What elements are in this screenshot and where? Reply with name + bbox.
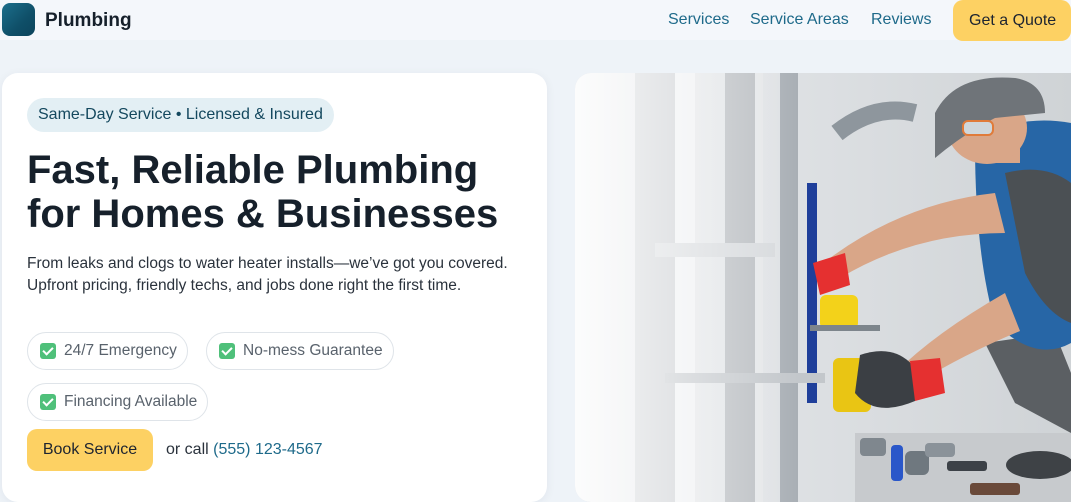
feature-chip-emergency: 24/7 Emergency: [27, 332, 188, 370]
phone-link[interactable]: (555) 123-4567: [213, 441, 322, 458]
feature-chip-financing: Financing Available: [27, 383, 209, 421]
site-header: Plumbing Services Service Areas Reviews …: [0, 0, 1071, 41]
headline-line-1: Fast, Reliable Plumbing: [27, 148, 479, 192]
plumber-illustration: [575, 73, 1071, 502]
call-prefix: or call: [166, 441, 209, 458]
get-a-quote-button[interactable]: Get a Quote: [953, 0, 1071, 41]
feature-label: 24/7 Emergency: [64, 342, 177, 359]
feature-label: No-mess Guarantee: [243, 342, 383, 359]
logo-icon[interactable]: [2, 3, 35, 36]
check-icon: [40, 343, 56, 359]
feature-chip-guarantee: No-mess Guarantee: [206, 332, 394, 370]
brand-name[interactable]: Plumbing: [45, 10, 132, 32]
hero-card: Same-Day Service • Licensed & Insured Fa…: [2, 73, 547, 502]
nav-link-services[interactable]: Services: [668, 11, 729, 29]
check-icon: [219, 343, 235, 359]
service-badge: Same-Day Service • Licensed & Insured: [27, 98, 334, 132]
nav-link-reviews[interactable]: Reviews: [871, 11, 931, 29]
check-icon: [40, 394, 56, 410]
call-line: or call (555) 123-4567: [166, 441, 323, 459]
hero-description: From leaks and clogs to water heater ins…: [27, 255, 508, 294]
book-service-button[interactable]: Book Service: [27, 429, 153, 471]
page-title: Fast, Reliable Plumbing for Homes & Busi…: [27, 148, 537, 236]
headline-line-2: for Homes & Businesses: [27, 192, 499, 236]
feature-label: Financing Available: [64, 393, 198, 410]
nav-link-service-areas[interactable]: Service Areas: [750, 11, 849, 29]
hero-photo: [575, 73, 1071, 502]
